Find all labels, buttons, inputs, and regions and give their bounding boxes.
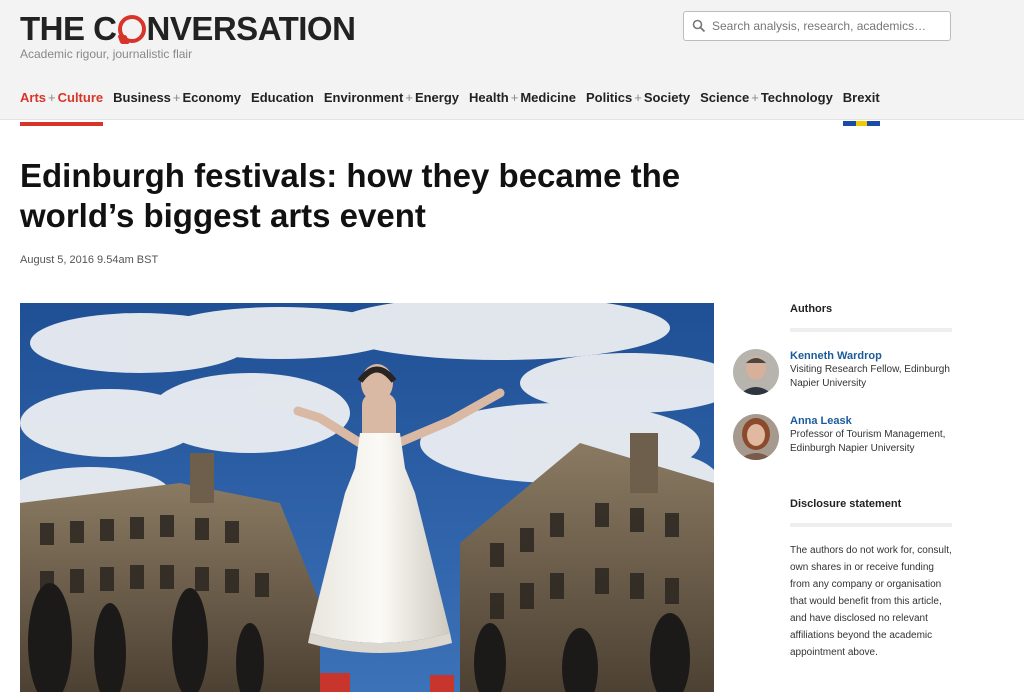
logo-speech-bubble-icon (117, 15, 146, 43)
plus-icon: + (634, 90, 642, 105)
author-role: Professor of Tourism Management, Edinbur… (790, 429, 946, 454)
site-tagline: Academic rigour, journalistic flair (20, 47, 193, 61)
site-header: THE C NVERSATION Academic rigour, journal… (0, 0, 1024, 126)
plus-icon: + (405, 90, 413, 105)
disclosure-text: The authors do not work for, consult, ow… (790, 545, 952, 658)
section-nav: Arts + Culture Business + Economy Education Env… (20, 90, 890, 126)
nav-label: Energy (414, 90, 460, 105)
plus-icon: + (751, 90, 759, 105)
logo-text-end: NVERSATION (146, 10, 356, 47)
nav-item-arts[interactable]: Arts + Culture (20, 90, 104, 126)
author-avatar[interactable] (733, 414, 779, 460)
nav-item-education[interactable]: Education (251, 90, 314, 126)
article-sidebar: Authors Kenneth Wardrop Visiting Researc… (733, 303, 952, 661)
logo-text-start: THE C (20, 10, 117, 47)
nav-item-science[interactable]: Science + Technology (700, 90, 833, 126)
author-name[interactable]: Kenneth Wardrop (790, 349, 952, 363)
search-input[interactable] (712, 19, 942, 33)
nav-label: Arts (20, 90, 47, 105)
nav-item-politics[interactable]: Politics + Society (586, 90, 690, 126)
author-card[interactable]: Kenneth Wardrop Visiting Research Fellow… (733, 349, 952, 395)
nav-label: Brexit (842, 90, 880, 105)
nav-label: Health (469, 90, 509, 105)
author-role: Visiting Research Fellow, Edinburgh Napi… (790, 364, 950, 389)
nav-item-environment[interactable]: Environment + Energy (324, 90, 459, 126)
plus-icon: + (172, 90, 181, 105)
hero-image (20, 303, 714, 692)
authors-heading: Authors (790, 303, 952, 332)
nav-item-health[interactable]: Health + Medicine (469, 90, 576, 126)
nav-label: Business (113, 90, 171, 105)
nav-label: Politics (585, 90, 633, 105)
author-name[interactable]: Anna Leask (790, 414, 952, 428)
nav-label: Culture (57, 90, 104, 105)
plus-icon: + (48, 90, 56, 105)
author-card[interactable]: Anna Leask Professor of Tourism Manageme… (733, 414, 952, 460)
nav-label: Science (700, 90, 750, 105)
disclosure-heading: Disclosure statement (790, 498, 952, 527)
site-logo[interactable]: THE C NVERSATION (20, 10, 356, 48)
nav-label: Education (251, 90, 314, 105)
search-icon (692, 19, 706, 33)
nav-label: Environment (323, 90, 404, 105)
nav-label: Medicine (520, 90, 576, 105)
nav-label: Technology (760, 90, 833, 105)
nav-label: Society (643, 90, 691, 105)
plus-icon: + (510, 90, 519, 105)
search-box[interactable] (683, 11, 951, 41)
article-date: August 5, 2016 9.54am BST (20, 254, 159, 266)
article-title: Edinburgh festivals: how they became the… (20, 157, 681, 234)
author-avatar[interactable] (733, 349, 779, 395)
nav-item-business[interactable]: Business + Economy (113, 90, 241, 126)
nav-item-brexit[interactable]: Brexit (842, 90, 880, 126)
nav-label: Economy (182, 90, 242, 105)
